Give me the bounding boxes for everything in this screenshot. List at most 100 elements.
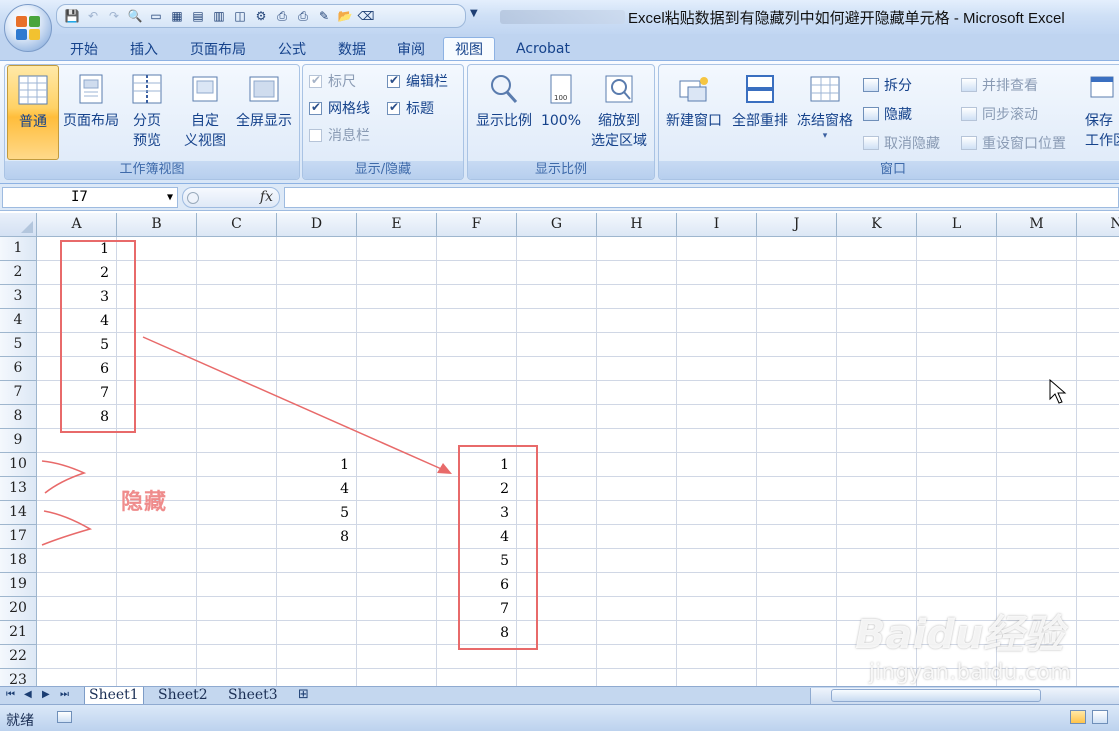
prev-sheet-icon[interactable]: ◀: [24, 689, 32, 700]
row-header-14[interactable]: 14: [0, 501, 37, 525]
open-folder-icon[interactable]: 📂: [336, 8, 354, 24]
cell-f14[interactable]: 3: [437, 501, 517, 525]
cell-a2[interactable]: 2: [37, 261, 117, 285]
insert-function-button[interactable]: fx: [182, 187, 280, 208]
row-header-5[interactable]: 5: [0, 333, 37, 357]
cell-a8[interactable]: 8: [37, 405, 117, 429]
freeze-panes-button[interactable]: 冻结窗格 ▾: [793, 65, 857, 160]
cell-a6[interactable]: 6: [37, 357, 117, 381]
cell-f13[interactable]: 2: [437, 477, 517, 501]
row-header-18[interactable]: 18: [0, 549, 37, 573]
row-header-6[interactable]: 6: [0, 357, 37, 381]
tab-insert[interactable]: 插入: [118, 37, 170, 60]
column-header-f[interactable]: F: [437, 213, 517, 237]
cell-d17[interactable]: 8: [277, 525, 357, 549]
save-workspace-button[interactable]: 保存 工作区: [1085, 65, 1119, 160]
column-header-m[interactable]: M: [997, 213, 1077, 237]
page-layout-view-button[interactable]: 页面布局: [61, 65, 121, 160]
tab-formulas[interactable]: 公式: [266, 37, 318, 60]
zoom-100-button[interactable]: 100 100%: [538, 65, 584, 160]
name-box[interactable]: I7 ▼: [2, 187, 178, 208]
normal-view-button[interactable]: 普通: [7, 65, 59, 160]
select-all-corner[interactable]: [0, 213, 37, 237]
cell-d13[interactable]: 4: [277, 477, 357, 501]
column-header-n[interactable]: N: [1077, 213, 1119, 237]
row-header-4[interactable]: 4: [0, 309, 37, 333]
edit-icon[interactable]: ✎: [315, 8, 333, 24]
first-sheet-icon[interactable]: ⏮: [6, 689, 15, 700]
print-icon[interactable]: ⎙: [273, 8, 291, 24]
name-box-dropdown-icon[interactable]: ▼: [167, 188, 173, 207]
tab-page-layout[interactable]: 页面布局: [178, 37, 258, 60]
custom-views-button[interactable]: 自定 义视图: [179, 65, 231, 160]
insert-sheet-icon[interactable]: ⊞: [298, 687, 309, 702]
tab-view[interactable]: 视图: [443, 37, 495, 60]
column-header-a[interactable]: A: [37, 213, 117, 237]
grid-icon[interactable]: ▦: [168, 8, 186, 24]
cell-f17[interactable]: 4: [437, 525, 517, 549]
column-header-c[interactable]: C: [197, 213, 277, 237]
cell-f20[interactable]: 7: [437, 597, 517, 621]
gridlines-checkbox[interactable]: 网格线: [309, 98, 370, 118]
row-header-3[interactable]: 3: [0, 285, 37, 309]
row-header-17[interactable]: 17: [0, 525, 37, 549]
row-header-1[interactable]: 1: [0, 237, 37, 261]
undo-icon[interactable]: ↶: [84, 8, 102, 24]
column-header-b[interactable]: B: [117, 213, 197, 237]
cell-a7[interactable]: 7: [37, 381, 117, 405]
customize-toolbar-icon[interactable]: ▼: [470, 8, 478, 19]
cell-f21[interactable]: 8: [437, 621, 517, 645]
column-header-d[interactable]: D: [277, 213, 357, 237]
tab-home[interactable]: 开始: [58, 37, 110, 60]
column-header-l[interactable]: L: [917, 213, 997, 237]
formula-bar-checkbox[interactable]: 编辑栏: [387, 71, 448, 91]
zoom-button[interactable]: 显示比例: [472, 65, 536, 160]
cell-f19[interactable]: 6: [437, 573, 517, 597]
cell-d14[interactable]: 5: [277, 501, 357, 525]
cell-a1[interactable]: 1: [37, 237, 117, 261]
column-header-i[interactable]: I: [677, 213, 757, 237]
column-header-g[interactable]: G: [517, 213, 597, 237]
macro-record-icon[interactable]: [57, 711, 72, 723]
row-header-22[interactable]: 22: [0, 645, 37, 669]
zoom-to-selection-button[interactable]: 缩放到 选定区域: [586, 65, 652, 160]
page-layout-status-icon[interactable]: [1092, 710, 1108, 724]
column-header-j[interactable]: J: [757, 213, 837, 237]
sheet-tab-sheet2[interactable]: Sheet2: [154, 687, 212, 705]
sheet-icon[interactable]: ▥: [210, 8, 228, 24]
page-break-preview-button[interactable]: 分页 预览: [123, 65, 171, 160]
full-screen-button[interactable]: 全屏显示: [231, 65, 297, 160]
row-header-21[interactable]: 21: [0, 621, 37, 645]
formula-input[interactable]: [284, 187, 1119, 208]
redo-icon[interactable]: ↷: [105, 8, 123, 24]
row-header-10[interactable]: 10: [0, 453, 37, 477]
row-header-23[interactable]: 23: [0, 669, 37, 686]
cell-f10[interactable]: 1: [437, 453, 517, 477]
headings-checkbox[interactable]: 标题: [387, 98, 434, 118]
tab-review[interactable]: 审阅: [385, 37, 437, 60]
sync-scroll-button[interactable]: 同步滚动: [961, 104, 1038, 124]
save-icon[interactable]: 💾: [63, 8, 81, 24]
row-header-20[interactable]: 20: [0, 597, 37, 621]
new-document-icon[interactable]: ▭: [147, 8, 165, 24]
column-header-h[interactable]: H: [597, 213, 677, 237]
reset-window-position-button[interactable]: 重设窗口位置: [961, 133, 1066, 153]
cell-a5[interactable]: 5: [37, 333, 117, 357]
hide-window-button[interactable]: 隐藏: [863, 104, 912, 124]
cell-d10[interactable]: 1: [277, 453, 357, 477]
cell-a4[interactable]: 4: [37, 309, 117, 333]
horizontal-scrollbar[interactable]: [810, 688, 1119, 704]
tool-icon[interactable]: ⚙: [252, 8, 270, 24]
office-button[interactable]: [4, 4, 52, 52]
scrollbar-thumb[interactable]: [831, 689, 1041, 702]
ruler-checkbox[interactable]: 标尺: [309, 71, 356, 91]
split-button[interactable]: 拆分: [863, 75, 912, 95]
normal-view-status-icon[interactable]: [1070, 710, 1086, 724]
tab-data[interactable]: 数据: [326, 37, 378, 60]
row-header-7[interactable]: 7: [0, 381, 37, 405]
column-header-k[interactable]: K: [837, 213, 917, 237]
column-header-e[interactable]: E: [357, 213, 437, 237]
last-sheet-icon[interactable]: ⏭: [60, 689, 69, 700]
chart-icon[interactable]: ◫: [231, 8, 249, 24]
print-preview-icon[interactable]: 🔍: [126, 8, 144, 24]
